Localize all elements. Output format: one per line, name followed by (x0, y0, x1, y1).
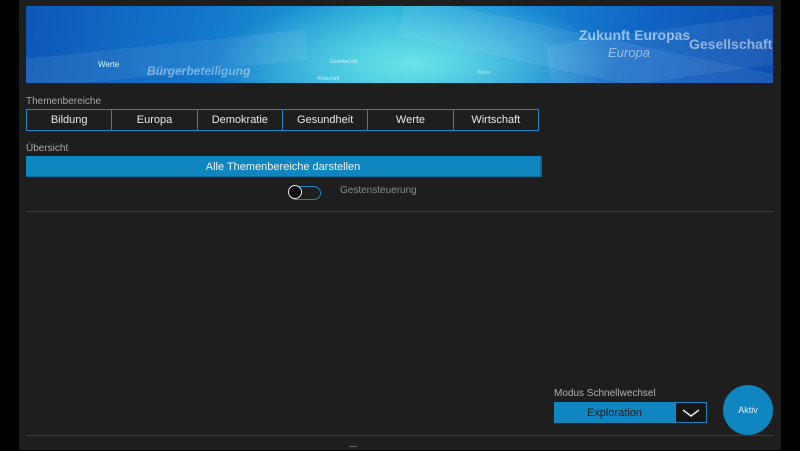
mode-select-value[interactable]: Exploration (554, 402, 675, 423)
mode-select[interactable]: Exploration (554, 402, 707, 423)
mode-switch-label: Modus Schnellwechsel (554, 388, 656, 399)
topic-wirtschaft[interactable]: Wirtschaft (454, 110, 538, 130)
banner-word-gesellschaft-small: Gesellschaft (330, 59, 358, 65)
toggle-knob (288, 185, 302, 199)
divider-bottom (26, 435, 774, 436)
banner-word-wirtschaft-small: Wirtschaft (317, 76, 340, 82)
show-all-topics-button[interactable]: Alle Themenbereiche darstellen (26, 156, 540, 177)
chevron-down-icon (682, 408, 700, 417)
banner-word-gesellschaft: Gesellschaft (689, 36, 773, 52)
gesture-control-label: Gestensteuerung (340, 185, 417, 196)
header-banner: Zukunft Europas Europa Gesellschaft Wert… (26, 6, 773, 83)
banner-word-buergerbeteiligung: Bürgerbeteiligung (147, 64, 251, 78)
topic-werte[interactable]: Werte (368, 110, 454, 130)
topic-tabs: Bildung Europa Demokratie Gesundheit Wer… (26, 109, 539, 131)
themenbereiche-label: Themenbereiche (26, 96, 102, 107)
mode-select-toggle[interactable] (675, 402, 707, 423)
bottom-handle (349, 446, 357, 451)
active-button[interactable]: Aktiv (723, 385, 773, 435)
divider-top (26, 211, 774, 212)
gesture-control-toggle[interactable] (288, 185, 321, 200)
banner-word-werte-small: Werte (477, 70, 491, 76)
topic-gesundheit[interactable]: Gesundheit (283, 110, 369, 130)
banner-word-werte: Werte (98, 60, 120, 69)
banner-word-europa: Europa (608, 45, 650, 60)
topic-europa[interactable]: Europa (112, 110, 198, 130)
topic-bildung[interactable]: Bildung (27, 110, 113, 130)
topic-demokratie[interactable]: Demokratie (198, 110, 283, 130)
app-window: Zukunft Europas Europa Gesellschaft Wert… (19, 0, 781, 450)
uebersicht-label: Übersicht (26, 143, 69, 154)
banner-word-zukunft: Zukunft Europas (579, 27, 691, 43)
